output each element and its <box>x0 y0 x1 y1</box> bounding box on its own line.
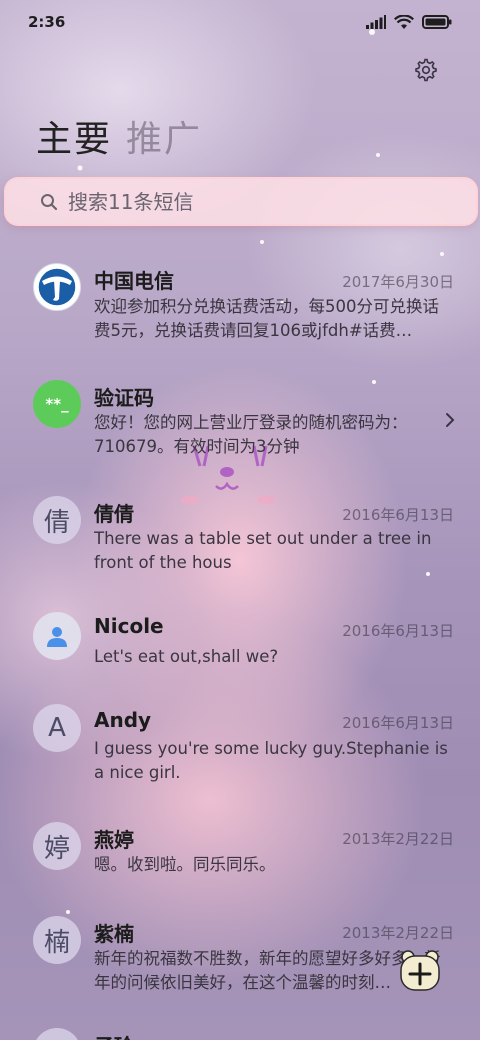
message-preview: I guess you're some lucky guy.Stephanie … <box>94 739 448 782</box>
avatar: 倩 <box>33 496 81 544</box>
message-date: 2016年6月13日 <box>342 506 454 524</box>
message-preview: There was a table set out under a tree i… <box>94 529 432 572</box>
avatar: A <box>33 704 81 752</box>
message-preview: Let's eat out,shall we? <box>94 647 279 666</box>
conversation-item[interactable]: Nicole 2016年6月13日 Let's eat out,shall we… <box>0 610 480 700</box>
wifi-icon <box>394 14 414 29</box>
avatar-text: 楠 <box>43 927 70 958</box>
chevron-right-icon[interactable] <box>440 410 460 430</box>
conversation-item[interactable]: 子玲 <box>0 1024 480 1040</box>
gear-icon <box>415 58 437 82</box>
new-message-button[interactable] <box>398 948 442 992</box>
contact-name: 验证码 <box>94 386 154 410</box>
message-preview: 欢迎参加积分兑换话费活动，每500分可兑换话费5元，兑换话费请回复106或jfd… <box>94 297 439 340</box>
status-icons <box>366 14 452 30</box>
message-date: 2013年2月22日 <box>342 830 454 848</box>
conversation-item[interactable]: A Andy 2016年6月13日 I guess you're some lu… <box>0 704 480 814</box>
search-input[interactable] <box>68 189 448 214</box>
conversation-item[interactable]: 婷 燕婷 2013年2月22日 嗯。收到啦。同乐同乐。 <box>0 820 480 910</box>
conversation-item[interactable]: **_ 验证码 您好！您的网上营业厅登录的随机密码为：710679。有效时间为3… <box>0 378 480 488</box>
avatar: **_ <box>33 380 81 428</box>
contact-name: 中国电信 <box>94 269 174 293</box>
conversation-item[interactable]: 中国电信 2017年6月30日 欢迎参加积分兑换话费活动，每500分可兑换话费5… <box>0 255 480 365</box>
avatar <box>33 263 81 311</box>
message-date: 2013年2月22日 <box>342 924 454 942</box>
status-bar: 2:36 <box>0 0 480 44</box>
message-date: 2016年6月13日 <box>342 622 454 640</box>
message-preview: 您好！您的网上营业厅登录的随机密码为：710679。有效时间为3分钟 <box>94 413 408 456</box>
china-telecom-logo-icon <box>37 267 77 307</box>
tab-bar: 主要 推广 <box>36 110 202 162</box>
message-date: 2017年6月30日 <box>342 273 454 291</box>
battery-icon <box>422 15 452 29</box>
contact-name: 子玲 <box>94 1030 134 1040</box>
avatar-text: **_ <box>45 395 69 413</box>
message-date: 2016年6月13日 <box>342 714 454 732</box>
message-preview: 嗯。收到啦。同乐同乐。 <box>94 855 276 874</box>
add-icon <box>400 950 440 991</box>
settings-button[interactable] <box>410 54 442 86</box>
person-icon <box>47 627 67 647</box>
avatar: 婷 <box>33 822 81 870</box>
contact-name: Andy <box>94 708 152 732</box>
contact-name: 紫楠 <box>94 922 134 946</box>
signal-icon <box>366 15 386 29</box>
avatar: 楠 <box>33 916 81 964</box>
avatar <box>33 612 81 660</box>
contact-name: 燕婷 <box>94 828 134 852</box>
contact-name: 倩倩 <box>94 502 134 526</box>
tab-promo[interactable]: 推广 <box>126 110 202 162</box>
avatar-text: 倩 <box>43 507 70 538</box>
tab-main[interactable]: 主要 <box>36 110 112 162</box>
avatar-text: 婷 <box>43 833 70 864</box>
contact-name: Nicole <box>94 614 164 638</box>
avatar <box>33 1028 81 1040</box>
avatar-text: A <box>48 713 66 743</box>
search-bar[interactable] <box>4 177 478 226</box>
status-time: 2:36 <box>28 13 66 31</box>
conversation-item[interactable]: 倩 倩倩 2016年6月13日 There was a table set ou… <box>0 494 480 604</box>
search-icon <box>41 193 58 210</box>
